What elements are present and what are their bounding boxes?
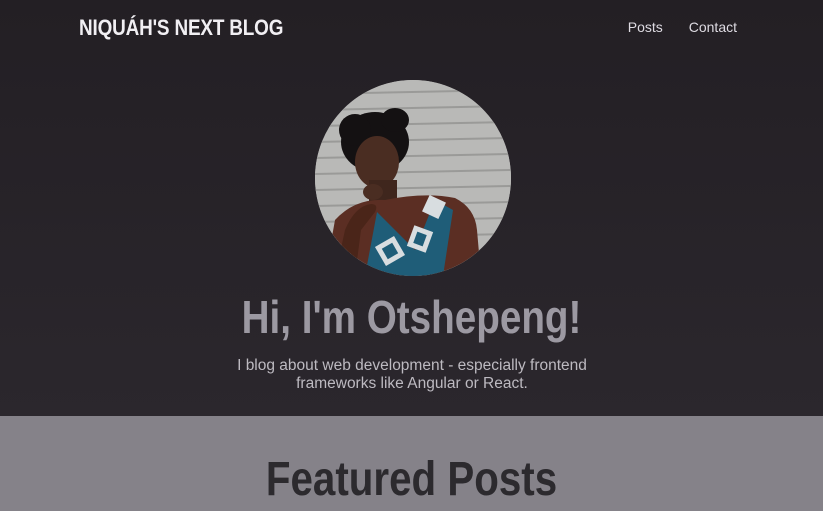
hero-subtitle: I blog about web development - especiall… <box>237 357 587 392</box>
profile-avatar <box>315 80 511 276</box>
site-logo[interactable]: NIQUÁH'S NEXT BLOG <box>79 15 283 41</box>
page: NIQUÁH'S NEXT BLOG Posts Contact Hi, I'm… <box>0 0 823 511</box>
nav-link-contact[interactable]: Contact <box>689 19 737 35</box>
main-header: NIQUÁH'S NEXT BLOG Posts Contact <box>0 0 823 60</box>
main-nav: Posts Contact <box>628 19 737 35</box>
hero-title: Hi, I'm Otshepeng! <box>241 291 582 343</box>
hero-section: NIQUÁH'S NEXT BLOG Posts Contact Hi, I'm… <box>0 0 823 416</box>
profile-photo-illustration <box>315 80 511 276</box>
nav-link-posts[interactable]: Posts <box>628 19 663 35</box>
featured-posts-title: Featured Posts <box>265 453 558 506</box>
